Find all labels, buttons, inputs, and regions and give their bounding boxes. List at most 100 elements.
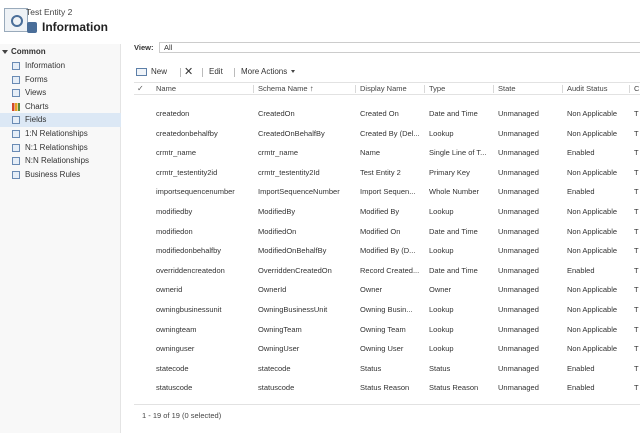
column-header-schema-name[interactable]: Schema Name ↑: [258, 83, 314, 95]
col-state-cell: Unmanaged: [498, 226, 539, 236]
forms-icon: [12, 75, 20, 84]
toolbar: New ✕ Edit More Actions: [134, 64, 640, 80]
sidebar-item-forms[interactable]: Forms: [0, 73, 121, 87]
table-row[interactable]: crmtr_testentity2id crmtr_testentity2Id Te…: [134, 163, 640, 183]
col-display-name-cell: Status Reason: [360, 383, 410, 393]
col-name-cell: modifiedon: [156, 226, 193, 236]
column-divider[interactable]: [253, 85, 254, 93]
col-name-cell: importsequencenumber: [156, 187, 235, 197]
col-display-name-cell: Created By (Del...: [360, 128, 420, 138]
column-header-name[interactable]: Name: [156, 83, 176, 95]
sidebar-item-information[interactable]: Information: [0, 59, 121, 73]
col-type-cell: Lookup: [429, 324, 454, 334]
col-schema-name-cell: statuscode: [258, 383, 295, 393]
column-header-label: Display Name: [360, 84, 407, 93]
col-audit-status-cell: Non Applicable: [567, 226, 618, 236]
new-button[interactable]: New: [134, 64, 170, 80]
column-header-type[interactable]: Type: [429, 83, 445, 95]
sidebar-item-n-n-relationships[interactable]: N:N Relationships: [0, 154, 121, 168]
column-header-state[interactable]: State: [498, 83, 516, 95]
col-name-cell: owningbusinessunit: [156, 304, 222, 314]
column-header-overflow[interactable]: C: [634, 83, 639, 95]
column-header-audit-status[interactable]: Audit Status: [567, 83, 607, 95]
record-count-status: 1 - 19 of 19 (0 selected): [142, 411, 222, 420]
column-divider[interactable]: [355, 85, 356, 93]
table-row[interactable]: owninguser OwningUser Owning User Lookup Unm…: [134, 339, 640, 359]
column-divider[interactable]: [629, 85, 630, 93]
col-state-cell: Unmanaged: [498, 187, 539, 197]
col-name-cell: crmtr_name: [156, 148, 197, 158]
col-audit-status-cell: Non Applicable: [567, 285, 618, 295]
business-rules-icon: [12, 170, 20, 179]
col-type-cell: Lookup: [429, 304, 454, 314]
col-state-cell: Unmanaged: [498, 363, 539, 373]
table-row[interactable]: overriddencreatedon OverriddenCreatedOn Re…: [134, 261, 640, 281]
table-row[interactable]: crmtr_name crmtr_name Name Single Line of T…: [134, 143, 640, 163]
col-schema-name-cell: crmtr_name: [258, 148, 299, 158]
fields-icon: [12, 116, 20, 125]
table-row[interactable]: modifiedon ModifiedOn Modified On Date and …: [134, 222, 640, 242]
col-state-cell: Unmanaged: [498, 148, 539, 158]
col-state-cell: Unmanaged: [498, 109, 539, 118]
views-icon: [12, 89, 20, 98]
table-row[interactable]: statuscode statuscode Status Reason Status …: [134, 378, 640, 398]
col-audit-status-cell: Non Applicable: [567, 128, 618, 138]
new-button-label: New: [151, 67, 168, 76]
sidebar-item-fields[interactable]: Fields: [0, 113, 121, 127]
column-header-display-name[interactable]: Display Name: [360, 83, 407, 95]
edit-button[interactable]: Edit: [209, 64, 231, 80]
sidebar-group-common[interactable]: Common: [0, 47, 46, 56]
toolbar-separator: [202, 68, 203, 77]
table-row[interactable]: modifiedonbehalfby ModifiedOnBehalfBy Modi…: [134, 241, 640, 261]
sidebar-item-n-1-relationships[interactable]: N:1 Relationships: [0, 141, 121, 155]
col-display-name-cell: Modified By (D...: [360, 246, 416, 256]
table-row[interactable]: createdonbehalfby CreatedOnBehalfBy Create…: [134, 124, 640, 144]
sidebar-item-label: Information: [25, 61, 66, 70]
col-audit-status-cell: Non Applicable: [567, 206, 618, 216]
sidebar-item-views[interactable]: Views: [0, 86, 121, 100]
sidebar-item-1-n-relationships[interactable]: 1:N Relationships: [0, 127, 121, 141]
table-row[interactable]: importsequencenumber ImportSequenceNumber…: [134, 182, 640, 202]
select-all-checkmark-icon[interactable]: ✓: [137, 84, 144, 93]
column-divider[interactable]: [493, 85, 494, 93]
col-state-cell: Unmanaged: [498, 128, 539, 138]
col-overflow-cell: T: [634, 187, 639, 197]
entity-icon: [4, 8, 28, 32]
relationship-icon: [12, 129, 20, 138]
column-divider[interactable]: [562, 85, 563, 93]
col-overflow-cell: T: [634, 167, 639, 177]
column-header-label: Audit Status: [567, 84, 608, 93]
col-audit-status-cell: Enabled: [567, 265, 595, 275]
col-schema-name-cell: CreatedOn: [258, 109, 295, 118]
sidebar-item-charts[interactable]: Charts: [0, 100, 121, 114]
col-overflow-cell: T: [634, 265, 639, 275]
col-overflow-cell: T: [634, 324, 639, 334]
table-row[interactable]: createdon CreatedOn Created On Date and Tim…: [134, 104, 640, 124]
col-type-cell: Date and Time: [429, 226, 478, 236]
col-state-cell: Unmanaged: [498, 324, 539, 334]
col-schema-name-cell: CreatedOnBehalfBy: [258, 128, 325, 138]
toolbar-separator: [234, 68, 235, 77]
delete-icon: ✕: [184, 66, 194, 78]
more-actions-button[interactable]: More Actions: [241, 64, 311, 80]
column-header-label: Type: [429, 84, 446, 93]
col-schema-name-cell: crmtr_testentity2Id: [258, 167, 320, 177]
delete-button[interactable]: ✕: [184, 64, 198, 80]
table-row[interactable]: statecode statecode Status Status Unmanaged E…: [134, 359, 640, 379]
col-overflow-cell: T: [634, 363, 639, 373]
table-row[interactable]: owningbusinessunit OwningBusinessUnit Owni…: [134, 300, 640, 320]
table-row[interactable]: owningteam OwningTeam Owning Team Lookup Unm…: [134, 320, 640, 340]
table-row[interactable]: ownerid OwnerId Owner Owner Unmanaged Non App…: [134, 280, 640, 300]
col-display-name-cell: Name: [360, 148, 381, 158]
col-display-name-cell: Owning Team: [360, 324, 406, 334]
sidebar-item-business-rules[interactable]: Business Rules: [0, 168, 121, 182]
relationship-icon: [12, 157, 20, 166]
view-select[interactable]: All: [159, 42, 640, 53]
col-schema-name-cell: OverriddenCreatedOn: [258, 265, 332, 275]
charts-icon: [12, 102, 20, 111]
table-row[interactable]: modifiedby ModifiedBy Modified By Lookup Unm…: [134, 202, 640, 222]
sidebar-item-label: N:1 Relationships: [25, 142, 88, 152]
col-name-cell: owningteam: [156, 324, 197, 334]
col-audit-status-cell: Enabled: [567, 383, 595, 393]
column-divider[interactable]: [424, 85, 425, 93]
